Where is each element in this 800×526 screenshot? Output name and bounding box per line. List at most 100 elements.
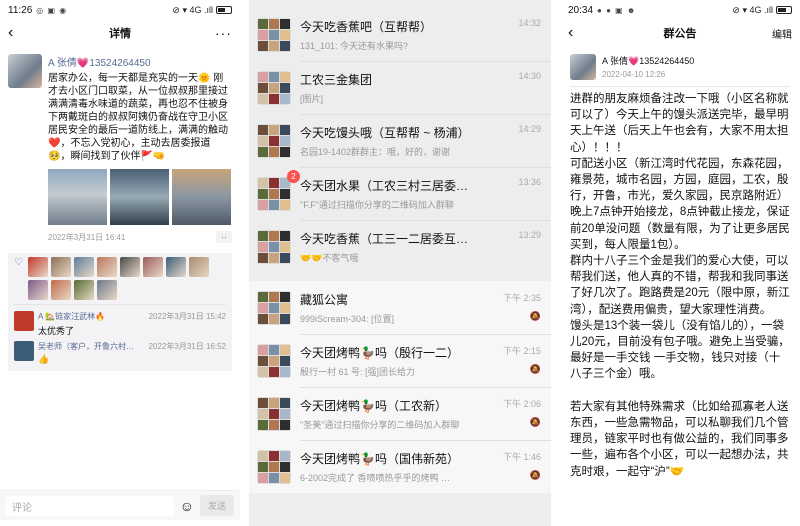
group-avatar [257, 343, 291, 378]
chat-preview: 6-2002完成了 香喷喷热乎乎的烤鸭 … [300, 472, 451, 483]
avatar[interactable] [14, 341, 34, 361]
unread-badge: 2 [287, 170, 300, 183]
status-icons: ◎ ▣ ◉ [36, 5, 68, 15]
comment-item[interactable]: 吴老师（客户，开鲁六村… 2022年3月31日 16:52 👍 [14, 339, 226, 367]
group-avatar [257, 176, 291, 211]
comment-item[interactable]: A 🏡链家汪武林🔥 2022年3月31日 15:42 太优秀了 [14, 309, 226, 339]
send-button[interactable]: 发送 [199, 495, 234, 516]
chat-group-wechat: 今天吃香蕉吧（互帮帮） 131_101: 今天还有水果吗? 14:32 工农三金集团 [… [249, 8, 551, 273]
chat-name: 今天吃香蕉吧（互帮帮） [300, 19, 433, 34]
mute-icon: 🔕 [529, 311, 541, 321]
chat-name: 今天团烤鸭🦆吗（工农新） [300, 398, 447, 413]
page-title: 群公告 [663, 28, 697, 40]
chat-item[interactable]: 今天吃香蕉吧（互帮帮） 131_101: 今天还有水果吗? 14:32 [249, 8, 551, 61]
status-time: 20:34 [568, 4, 594, 16]
liker-avatar[interactable] [74, 280, 94, 300]
post-photo[interactable] [48, 169, 107, 225]
chat-preview: 🤝🤝不客气哦 [300, 252, 359, 263]
status-right: ⊘ ▾ 4G .ıll [732, 5, 792, 16]
chat-preview: 999iScream-304: [位置] [300, 313, 395, 324]
comment-author[interactable]: A 🏡链家汪武林🔥 [38, 312, 105, 321]
chat-list-panel: 今天吃香蕉吧（互帮帮） 131_101: 今天还有水果吗? 14:32 工农三金集团 [… [249, 0, 551, 526]
liker-avatar[interactable] [28, 280, 48, 300]
post-author[interactable]: A 张倩💗13524264450 [48, 54, 232, 69]
post-photos [48, 169, 232, 225]
group-avatar [257, 17, 291, 52]
chat-name: 今天吃馒头哦（互帮帮 ~ 杨浦） [300, 125, 470, 140]
status-right: ⊘ ▾ 4G .ıll [172, 5, 232, 16]
liker-avatar[interactable] [51, 257, 71, 277]
status-bar: 20:34 ● ● ▣ ☻ ⊘ ▾ 4G .ıll [560, 0, 800, 20]
avatar[interactable] [14, 311, 34, 331]
chat-preview: 殷行一村 61 号: [强]团长给力 [300, 366, 416, 377]
comment-text: 太优秀了 [38, 326, 75, 336]
liker-avatar[interactable] [28, 257, 48, 277]
chat-item[interactable]: 工农三金集团 [图片] 14:30 [249, 61, 551, 114]
chat-name: 今天吃香蕉（工三一二居委互… [300, 231, 469, 246]
liker-avatar[interactable] [189, 257, 209, 277]
notice-time: 2022-04-10 12:26 [602, 70, 666, 79]
status-time: 11:26 [8, 4, 33, 16]
notice-author-row: A 张倩💗13524264450 2022-04-10 12:26 [560, 46, 800, 80]
chat-item[interactable]: 2 今天团水果（工农三村三居委… "F.F"通过扫描你分享的二维码加入群聊 13:36 [249, 167, 551, 220]
chat-name: 工农三金集团 [300, 72, 373, 87]
divider [14, 304, 226, 305]
mute-icon: 🔕 [529, 364, 541, 374]
liker-avatar[interactable] [120, 257, 140, 277]
group-avatar [257, 449, 291, 484]
likes-and-comments: ♡ A 🏡链家汪武林🔥 2022年3月31日 15:42 太优秀了 吴老师（客户，开鲁… [8, 253, 232, 371]
group-avatar [257, 396, 291, 431]
comment-bar: 评论 ☺ 发送 [0, 490, 240, 520]
emoji-icon[interactable]: ☺ [180, 498, 194, 514]
chat-item[interactable]: 今天吃馒头哦（互帮帮 ~ 杨浦） 名园19-1402群群主：哦，好的，谢谢 14:2… [249, 114, 551, 167]
post-photo[interactable] [110, 169, 169, 225]
comment-input[interactable]: 评论 [6, 495, 174, 516]
chat-preview: 131_101: 今天还有水果吗? [300, 40, 409, 51]
liker-avatar[interactable] [97, 280, 117, 300]
chat-preview: 名园19-1402群群主：哦，好的，谢谢 [300, 146, 451, 157]
post-meta: 2022年3月31日 16:41 ·· [48, 231, 232, 243]
chat-name: 今天团烤鸭🦆吗（殷行一二） [300, 345, 459, 360]
notice-body: 进群的朋友麻烦备注改一下哦（小区名称就可以了）今天上午的馒头派送完毕，最早明天上… [570, 93, 790, 478]
chat-time: 13:36 [518, 177, 541, 187]
chat-time: 14:32 [518, 18, 541, 28]
group-notice-panel: 20:34 ● ● ▣ ☻ ⊘ ▾ 4G .ıll ‹ 群公告 编辑 A 张倩💗… [560, 0, 800, 526]
liker-avatar[interactable] [51, 280, 71, 300]
chat-item[interactable]: 藏狐公寓 999iScream-304: [位置] 下午 2:35 🔕 [249, 281, 551, 334]
chat-time: 14:30 [518, 71, 541, 81]
comment-author[interactable]: 吴老师（客户，开鲁六村… [38, 342, 134, 351]
chat-item[interactable]: 今天团烤鸭🦆吗（工农新） "圣美"通过扫描你分享的二维码加入群聊 下午 2:06 🔕 [249, 387, 551, 440]
chat-item[interactable]: 今天团烤鸭🦆吗（国伟新苑） 6-2002完成了 香喷喷热乎乎的烤鸭 … 下午 1:4… [249, 440, 551, 493]
status-icons: ● ● ▣ ☻ [597, 5, 637, 15]
edit-button[interactable]: 编辑 [772, 26, 792, 41]
back-icon[interactable]: ‹ [8, 24, 28, 42]
more-icon[interactable]: ··· [215, 25, 232, 41]
liker-avatar[interactable] [97, 257, 117, 277]
comment-text: 👍 [38, 354, 50, 364]
post-time: 2022年3月31日 16:41 [48, 232, 126, 242]
liker-avatar[interactable] [166, 257, 186, 277]
chat-preview: "圣美"通过扫描你分享的二维码加入群聊 [300, 419, 460, 430]
chat-group-work: 藏狐公寓 999iScream-304: [位置] 下午 2:35 🔕 今天团烤鸭🦆吗（… [249, 281, 551, 493]
back-icon[interactable]: ‹ [568, 24, 588, 42]
chat-item[interactable]: 今天吃香蕉（工三一二居委互… 🤝🤝不客气哦 13:29 [249, 220, 551, 273]
comment-list: A 🏡链家汪武林🔥 2022年3月31日 15:42 太优秀了 吴老师（客户，开鲁六村… [14, 309, 226, 367]
avatar[interactable] [8, 54, 42, 88]
liker-avatar[interactable] [74, 257, 94, 277]
post-actions-button[interactable]: ·· [216, 231, 232, 243]
liker-avatar[interactable] [143, 257, 163, 277]
notice-header: ‹ 群公告 编辑 [560, 20, 800, 46]
chat-time: 14:29 [518, 124, 541, 134]
signal-icon: ⊘ ▾ 4G .ıll [732, 4, 773, 15]
chat-preview: "F.F"通过扫描你分享的二维码加入群聊 [300, 199, 454, 210]
mute-icon: 🔕 [529, 417, 541, 427]
page-title: 详情 [109, 28, 131, 40]
chat-item[interactable]: 今天团烤鸭🦆吗（殷行一二） 殷行一村 61 号: [强]团长给力 下午 2:15 🔕 [249, 334, 551, 387]
post-photo[interactable] [172, 169, 231, 225]
signal-icon: ⊘ ▾ 4G .ıll [172, 4, 213, 15]
liker-avatars [28, 257, 218, 300]
group-avatar [257, 229, 291, 264]
comment-time: 2022年3月31日 16:52 [148, 342, 226, 351]
detail-header: ‹ 详情 ··· [0, 20, 240, 46]
avatar[interactable] [570, 54, 596, 80]
